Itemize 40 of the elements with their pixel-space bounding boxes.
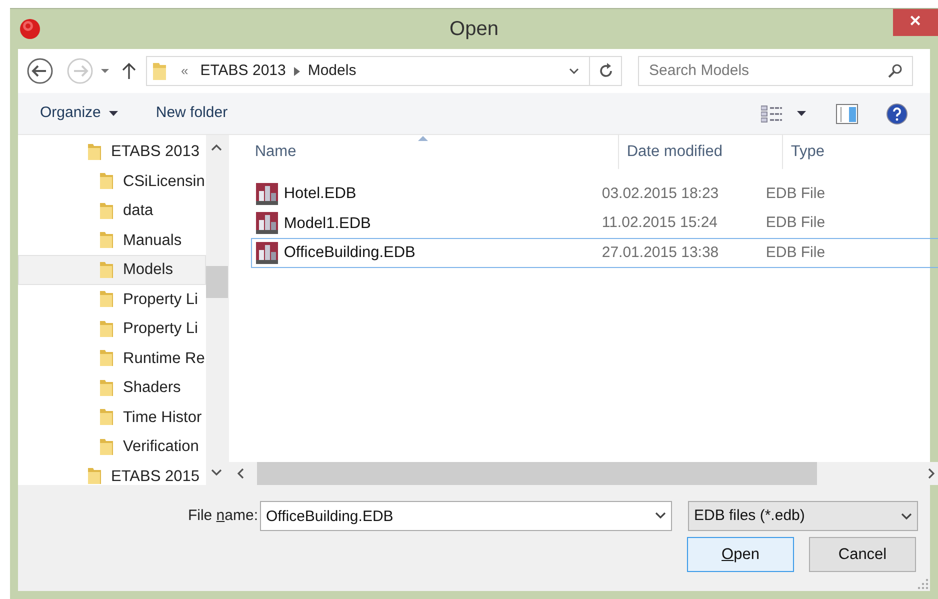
organize-menu[interactable]: Organize — [40, 102, 118, 125]
column-header[interactable]: Date modified — [618, 135, 783, 169]
folder-tree-item[interactable]: Runtime Re — [18, 344, 206, 373]
folder-tree-item[interactable]: Shaders — [18, 373, 206, 402]
breadcrumb-item[interactable]: ETABS 2013 — [200, 60, 286, 82]
date-modified: 03.02.2015 18:23 — [602, 184, 720, 204]
folder-tree-item[interactable]: ETABS 2015 — [18, 462, 206, 485]
breadcrumb-item[interactable]: Models — [308, 60, 356, 82]
dialog-button[interactable]: Cancel — [809, 537, 916, 572]
folder-tree-item[interactable]: Models — [18, 255, 206, 284]
new-folder-button[interactable]: New folder — [156, 102, 228, 125]
date-modified: 11.02.2015 15:24 — [602, 213, 719, 233]
file-row[interactable]: Model1.EDB 11.02.2015 15:24 EDB File — [250, 208, 938, 238]
date-modified: 27.01.2015 13:38 — [602, 242, 720, 262]
folder-tree-item[interactable]: data — [18, 196, 206, 226]
close-button[interactable]: ✕ — [893, 9, 938, 36]
folder-tree-item[interactable]: Verification — [18, 432, 206, 462]
folder-tree-item[interactable]: Time Histor — [18, 402, 206, 432]
file-type: EDB File — [766, 242, 826, 262]
file-type-dropdown[interactable]: EDB files (*.edb) — [688, 501, 918, 531]
folder-tree-item[interactable]: ETABS 2013 — [18, 137, 206, 166]
file-name-field[interactable]: OfficeBuilding.EDB — [260, 501, 672, 531]
file-type: EDB File — [766, 184, 826, 204]
folder-tree-item[interactable]: Property Li — [18, 314, 206, 344]
dialog-button[interactable]: Open — [687, 537, 794, 572]
folder-tree-item[interactable]: Manuals — [18, 226, 206, 255]
file-name: Hotel.EDB — [284, 184, 356, 204]
search-field[interactable]: Search Models — [638, 56, 913, 86]
folder-tree-item[interactable]: CSiLicensin — [18, 166, 206, 196]
window-title: Open — [450, 17, 498, 42]
breadcrumb-overflow[interactable]: « — [181, 61, 188, 81]
file-type: EDB File — [766, 213, 826, 233]
file-row[interactable]: OfficeBuilding.EDB 27.01.2015 13:38 EDB File — [250, 238, 938, 268]
file-name-label: File name: — [186, 506, 258, 526]
file-row[interactable]: Hotel.EDB 03.02.2015 18:23 EDB File — [250, 179, 938, 208]
column-header[interactable]: Type — [782, 135, 938, 169]
file-name: OfficeBuilding.EDB — [284, 243, 416, 264]
address-bar[interactable]: « ETABS 2013 Models — [146, 56, 622, 86]
file-name: Model1.EDB — [284, 214, 371, 234]
folder-tree-item[interactable]: Property Li — [18, 284, 206, 314]
